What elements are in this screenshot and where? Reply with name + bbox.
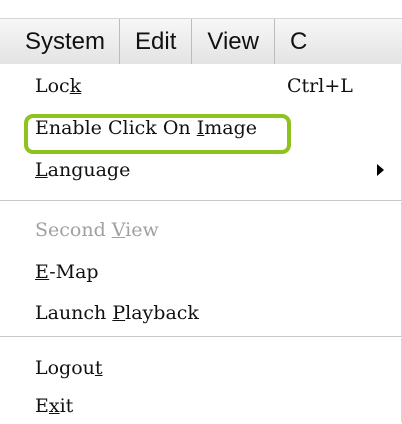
menu-system[interactable]: System	[0, 19, 121, 64]
lock-shortcut: Ctrl+L	[287, 75, 353, 97]
menu-item-launch-playback-label: Launch Playback	[35, 302, 199, 324]
menu-item-exit-label: Exit	[35, 395, 74, 417]
menu-item-e-map-label: E-Map	[35, 261, 99, 283]
menu-item-language[interactable]: Language	[35, 152, 391, 188]
menu-separator	[0, 336, 402, 338]
submenu-arrow-icon	[377, 164, 384, 176]
menu-item-language-label: Language	[35, 159, 131, 181]
menu-item-exit[interactable]: Exit	[35, 388, 391, 424]
menu-item-second-view: Second View	[35, 212, 391, 248]
menu-bar-strip: System Edit View C	[0, 18, 402, 65]
menu-item-launch-playback[interactable]: Launch Playback	[35, 295, 391, 331]
menu-item-logout-label: Logout	[35, 357, 103, 379]
menu-item-e-map[interactable]: E-Map	[35, 254, 391, 290]
menu-item-second-view-label: Second View	[35, 219, 159, 241]
menu-edit[interactable]: Edit	[120, 19, 193, 64]
menu-partial-c[interactable]: C	[275, 19, 322, 64]
menu-item-lock[interactable]: Lock Ctrl+L	[35, 68, 391, 104]
menu-item-logout[interactable]: Logout	[35, 350, 391, 386]
menu-view[interactable]: View	[192, 19, 275, 64]
menu-bar: System Edit View C	[0, 0, 402, 73]
highlight-box	[24, 114, 291, 154]
menu-separator	[0, 200, 402, 202]
